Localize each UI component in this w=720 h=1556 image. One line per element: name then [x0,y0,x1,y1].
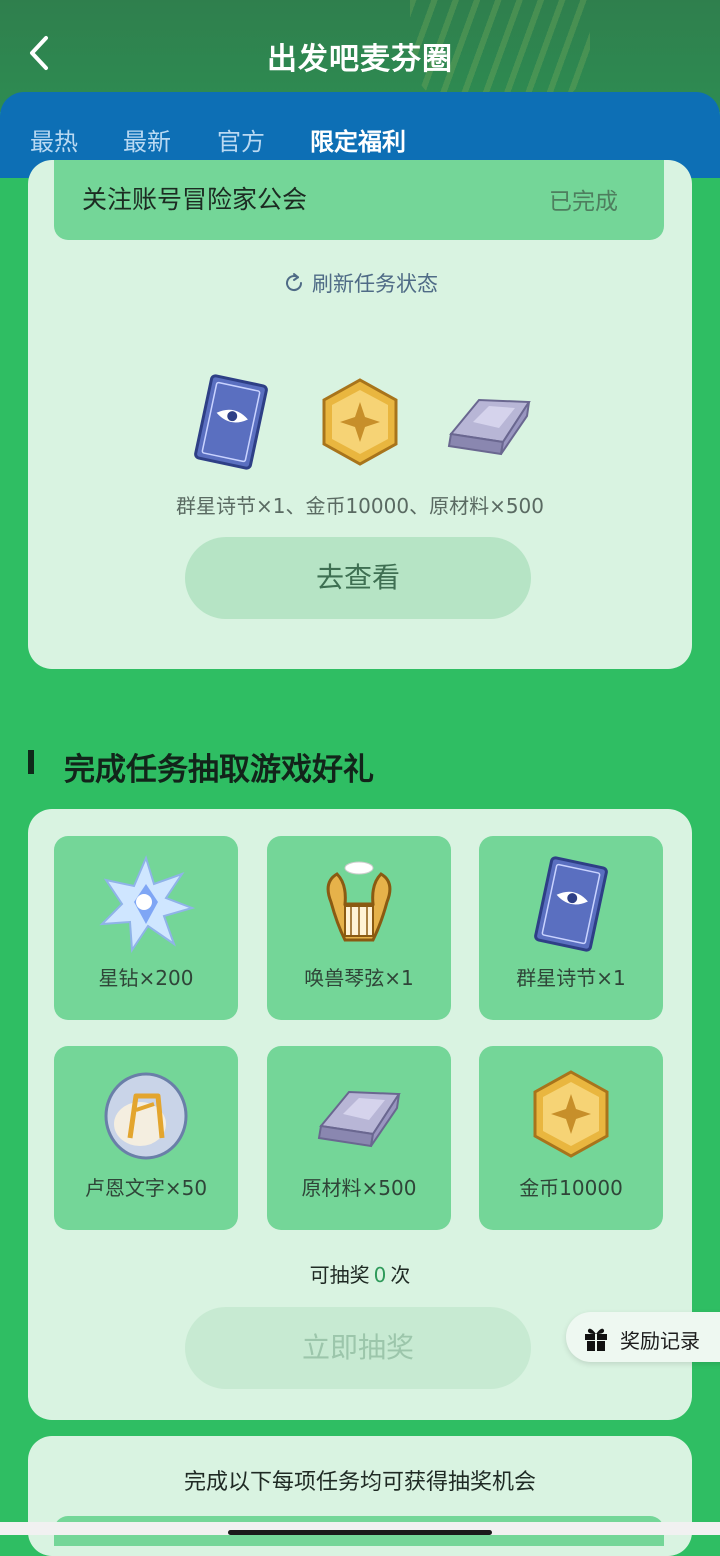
prize-tile: 群星诗节×1 [479,836,663,1020]
metal-ingot-icon [317,1090,401,1148]
task-status: 已完成 [549,189,618,215]
prize-label: 星钻×200 [98,966,194,990]
section-title-bar [28,750,34,774]
home-indicator[interactable] [228,1530,492,1535]
draw-chances: 可抽奖 0 次 [28,1259,692,1288]
chances-suffix: 次 [390,1263,411,1287]
gift-icon [585,1328,607,1351]
task-name: 关注账号冒险家公会 [82,185,308,214]
reward-record-button[interactable]: 奖励记录 [566,1312,720,1362]
prize-label: 金币10000 [519,1176,623,1200]
prize-tile: 原材料×500 [267,1046,451,1230]
draw-now-button[interactable]: 立即抽奖 [185,1307,531,1389]
tab-limited-benefits[interactable]: 限定福利 [310,122,406,157]
prize-label: 卢恩文字×50 [84,1176,208,1200]
chances-count: 0 [373,1263,387,1287]
task-row: 关注账号冒险家公会 已完成 [54,160,664,240]
task-list-title: 完成以下每项任务均可获得抽奖机会 [183,1470,536,1495]
task-card: 关注账号冒险家公会 已完成 刷新任务状态 群星诗节×1、金币10000、原材料×… [28,160,692,669]
metal-ingot-icon [447,398,531,456]
refresh-label: 刷新任务状态 [312,272,438,296]
tab-latest[interactable]: 最新 [123,122,171,157]
task-rewards [28,372,692,476]
prize-label: 唤兽琴弦×1 [304,966,414,990]
prize-label: 原材料×500 [301,1176,417,1200]
reward-record-label: 奖励记录 [620,1329,700,1353]
task-reward-text: 群星诗节×1、金币10000、原材料×500 [175,494,545,518]
gold-coin-icon [322,378,398,466]
page-title: 出发吧麦芬圈 [267,42,453,77]
section-title-text: 完成任务抽取游戏好礼 [64,752,374,788]
task-list-card: 完成以下每项任务均可获得抽奖机会 [28,1436,692,1556]
tarot-card-icon [534,856,608,952]
star-diamond-icon [99,855,196,953]
go-view-button[interactable]: 去查看 [185,537,531,619]
prize-tile: 卢恩文字×50 [54,1046,238,1230]
tab-hottest[interactable]: 最热 [30,122,78,157]
gold-coin-icon [533,1070,609,1158]
tarot-card-icon [194,374,268,470]
refresh-task-status[interactable]: 刷新任务状态 [28,268,692,298]
lyre-icon [326,861,392,942]
tab-official[interactable]: 官方 [217,122,265,157]
prize-label: 群星诗节×1 [516,966,626,990]
refresh-icon [286,273,303,292]
prize-tile: 唤兽琴弦×1 [267,836,451,1020]
chances-prefix: 可抽奖 [309,1263,370,1287]
prize-tile: 金币10000 [479,1046,663,1230]
prize-tile: 星钻×200 [54,836,238,1020]
rune-orb-icon [104,1072,188,1160]
